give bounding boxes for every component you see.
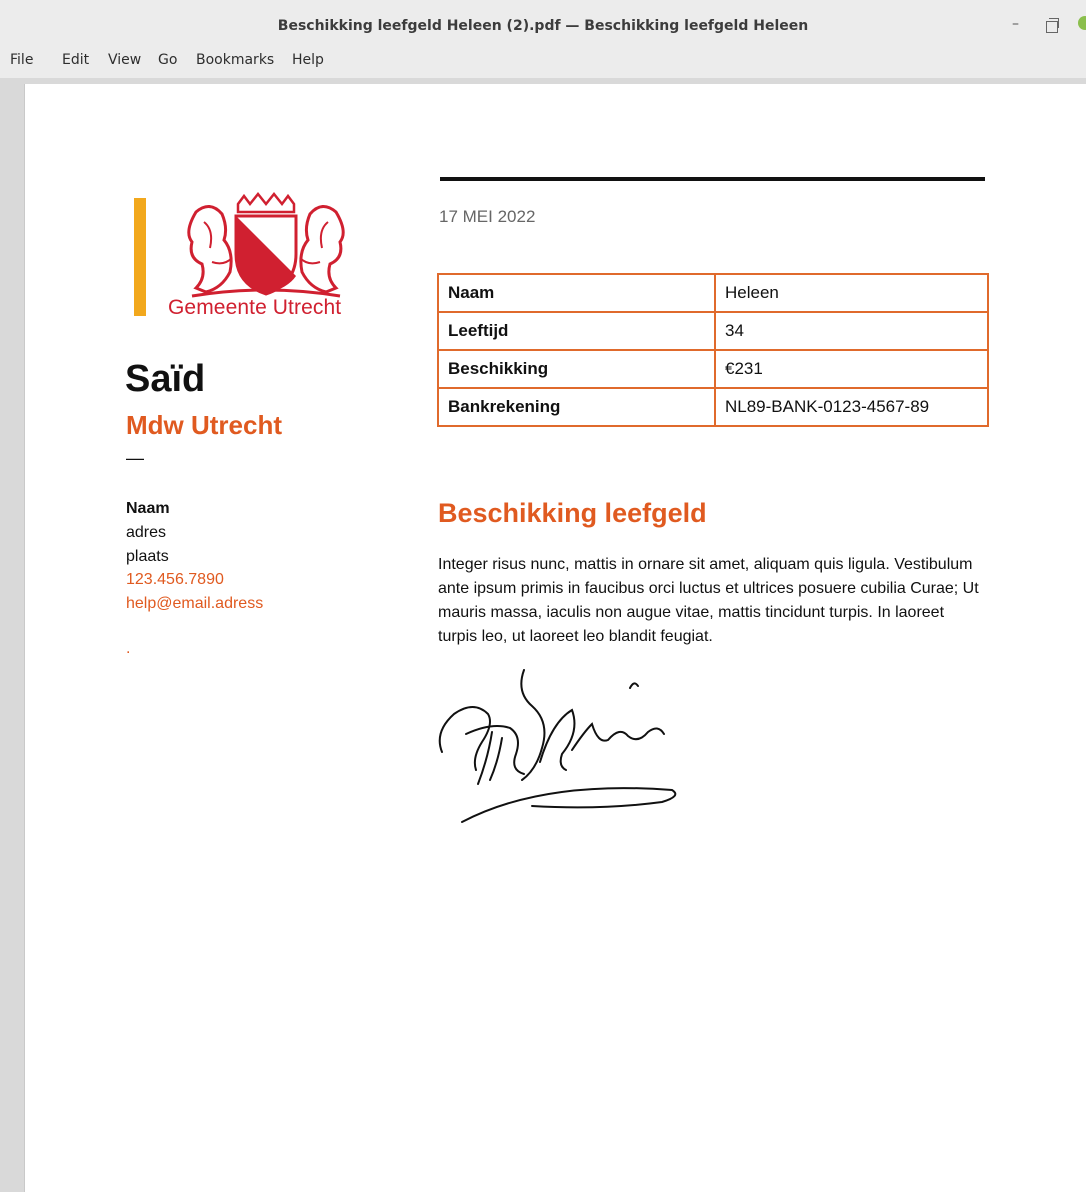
contact-name: Naam bbox=[126, 500, 170, 517]
window-title: Beschikking leefgeld Heleen (2).pdf — Be… bbox=[277, 18, 809, 34]
accent-bar bbox=[134, 198, 146, 316]
contact-email: help@email.adress bbox=[126, 595, 264, 612]
table-key: Leeftijd bbox=[437, 311, 716, 351]
table-value: 34 bbox=[714, 311, 989, 351]
contact-address: adres bbox=[126, 524, 167, 541]
table-key: Beschikking bbox=[437, 349, 716, 389]
menu-file[interactable]: File bbox=[10, 52, 33, 68]
info-table: Naam Heleen Leeftijd 34 Beschikking €231… bbox=[437, 273, 989, 427]
logo-text: Gemeente Utrecht bbox=[168, 296, 342, 319]
minimize-button[interactable]: – bbox=[1012, 16, 1019, 32]
table-key: Naam bbox=[437, 273, 716, 313]
contact-dot: . bbox=[126, 640, 131, 657]
title-bar: Beschikking leefgeld Heleen (2).pdf — Be… bbox=[0, 0, 1086, 44]
menu-go[interactable]: Go bbox=[158, 52, 177, 68]
header-rule bbox=[440, 177, 985, 181]
table-value: €231 bbox=[714, 349, 989, 389]
separator-dash: — bbox=[126, 448, 144, 468]
sender-name: Saïd bbox=[125, 358, 206, 400]
table-row: Bankrekening NL89-BANK-0123-4567-89 bbox=[437, 387, 989, 427]
table-value: NL89-BANK-0123-4567-89 bbox=[714, 387, 989, 427]
menu-help[interactable]: Help bbox=[292, 52, 324, 68]
body-paragraph: Integer risus nunc, mattis in ornare sit… bbox=[438, 556, 979, 645]
menu-bookmarks[interactable]: Bookmarks bbox=[196, 52, 274, 68]
sender-role: Mdw Utrecht bbox=[126, 410, 282, 440]
table-value: Heleen bbox=[714, 273, 989, 313]
table-row: Leeftijd 34 bbox=[437, 311, 989, 351]
table-row: Beschikking €231 bbox=[437, 349, 989, 389]
maximize-button[interactable] bbox=[1046, 18, 1059, 33]
document-date: 17 MEI 2022 bbox=[439, 207, 536, 226]
contact-phone: 123.456.7890 bbox=[126, 571, 224, 588]
signature-icon bbox=[438, 669, 677, 823]
menu-view[interactable]: View bbox=[108, 52, 141, 68]
table-key: Bankrekening bbox=[437, 387, 716, 427]
close-button[interactable] bbox=[1078, 16, 1086, 30]
table-row: Naam Heleen bbox=[437, 273, 989, 313]
menu-edit[interactable]: Edit bbox=[62, 52, 89, 68]
section-title: Beschikking leefgeld bbox=[438, 498, 707, 528]
menu-bar: File Edit View Go Bookmarks Help bbox=[0, 44, 1086, 78]
contact-city: plaats bbox=[126, 548, 169, 565]
